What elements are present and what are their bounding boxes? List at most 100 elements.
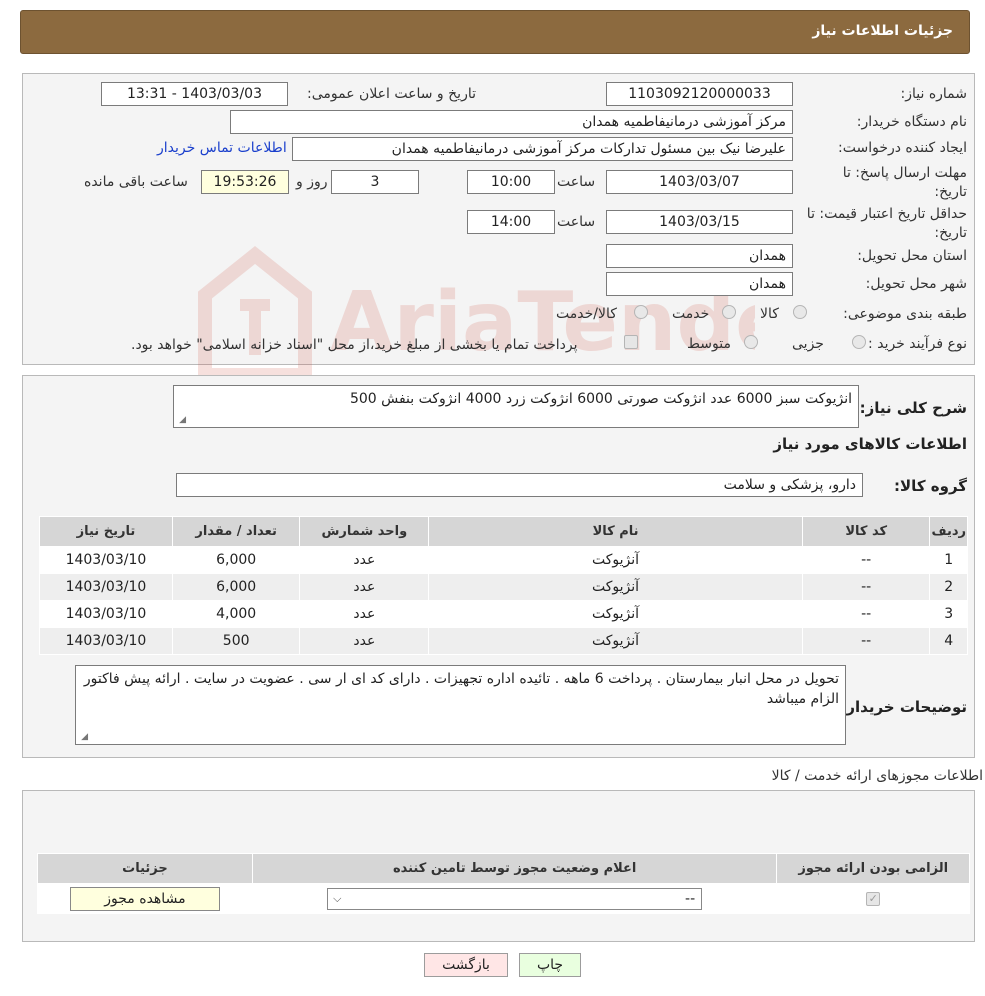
validity-label: حداقل تاریخ اعتبار قیمت: تا تاریخ:: [806, 206, 967, 241]
col-unit-header: واحد شمارش: [299, 516, 430, 547]
resize-grip-icon[interactable]: ◢: [176, 415, 186, 425]
buyer-notes-label: توضیحات خریدار:: [840, 698, 967, 716]
cell-unit: عدد: [299, 573, 430, 601]
deadline-time-field: 10:00: [467, 170, 555, 194]
cell-code: --: [801, 600, 931, 628]
cell-name: آنژیوکت: [428, 546, 803, 574]
cell-qty: 6,000: [171, 573, 301, 601]
treasury-note: پرداخت تمام یا بخشی از مبلغ خرید،از محل …: [131, 337, 578, 353]
goods-table-header-row: ردیف کد کالا نام کالا واحد شمارش تعداد /…: [39, 516, 968, 547]
cell-row: 2: [929, 573, 968, 601]
cell-qty: 6,000: [171, 546, 301, 574]
days-remaining-field: 3: [331, 170, 419, 194]
buyer-notes-textarea[interactable]: تحویل در محل انبار بیمارستان . پرداخت 6 …: [75, 665, 846, 745]
col-code-header: کد کالا: [801, 516, 931, 547]
cell-name: آنژیوکت: [428, 573, 803, 601]
category-goods-service-label: کالا/خدمت: [556, 306, 617, 322]
table-row: 3 -- آنژیوکت عدد 4,000 1403/03/10: [39, 600, 968, 628]
category-service-radio[interactable]: [722, 305, 736, 319]
process-minor-radio[interactable]: [852, 335, 866, 349]
cell-row: 4: [929, 627, 968, 655]
process-medium-label: متوسط: [687, 336, 731, 352]
permits-header-row: الزامی بودن ارائه مجوز اعلام وضعیت مجوز …: [37, 853, 970, 884]
goods-group-label: گروه کالا:: [894, 477, 967, 495]
buyer-contact-link[interactable]: اطلاعات تماس خریدار: [157, 140, 287, 156]
need-number-field: 1103092120000033: [606, 82, 793, 106]
announce-label: تاریخ و ساعت اعلان عمومی:: [307, 86, 476, 102]
back-button[interactable]: بازگشت: [424, 953, 508, 977]
col-row-header: ردیف: [929, 516, 968, 547]
col-qty-header: تعداد / مقدار: [171, 516, 301, 547]
validity-date-field: 1403/03/15: [606, 210, 793, 234]
table-row: 2 -- آنژیوکت عدد 6,000 1403/03/10: [39, 573, 968, 601]
goods-group-field: دارو، پزشکی و سلامت: [176, 473, 863, 497]
deadline-label: مهلت ارسال پاسخ: تا تاریخ:: [842, 165, 967, 200]
cell-code: --: [801, 573, 931, 601]
treasury-checkbox[interactable]: [624, 335, 638, 349]
category-goods-service-radio[interactable]: [634, 305, 648, 319]
chevron-down-icon: ⌵: [333, 891, 342, 905]
page-header: جزئیات اطلاعات نیاز: [20, 10, 970, 54]
category-goods-radio[interactable]: [793, 305, 807, 319]
process-minor-label: جزیی: [792, 336, 824, 352]
category-goods-label: کالا: [760, 306, 779, 322]
remaining-label: ساعت باقی مانده: [84, 174, 188, 190]
announce-datetime-field: 1403/03/03 - 13:31: [101, 82, 288, 106]
permit-status-value: --: [685, 890, 696, 907]
province-field: همدان: [606, 244, 793, 268]
col-permit-details-header: جزئیات: [37, 853, 253, 884]
cell-qty: 4,000: [171, 600, 301, 628]
cell-unit: عدد: [299, 546, 430, 574]
need-number-label: شماره نیاز:: [900, 86, 968, 102]
col-name-header: نام کالا: [428, 516, 803, 547]
process-label: نوع فرآیند خرید :: [868, 336, 967, 352]
page-title: جزئیات اطلاعات نیاز: [812, 23, 953, 39]
permits-section-title: اطلاعات مجوزهای ارائه خدمت / کالا: [771, 768, 983, 784]
resize-grip-icon[interactable]: ◢: [78, 732, 88, 742]
permit-required-checkbox[interactable]: ✓: [866, 891, 881, 906]
permit-row: ✓ -- ⌵ مشاهده مجوز: [37, 883, 970, 914]
col-date-header: تاریخ نیاز: [39, 516, 173, 547]
cell-unit: عدد: [299, 627, 430, 655]
buyer-org-field: مرکز آموزشی درمانیفاطمیه همدان: [230, 110, 793, 134]
print-button[interactable]: چاپ: [519, 953, 581, 977]
cell-code: --: [801, 546, 931, 574]
requester-label: ایجاد کننده درخواست:: [838, 140, 967, 156]
city-label: شهر محل تحویل:: [865, 276, 967, 292]
cell-date: 1403/03/10: [39, 546, 173, 574]
permit-required-cell: ✓: [776, 883, 970, 914]
permit-details-cell: مشاهده مجوز: [37, 883, 253, 914]
cell-date: 1403/03/10: [39, 573, 173, 601]
deadline-date-field: 1403/03/07: [606, 170, 793, 194]
deadline-time-label: ساعت: [557, 174, 596, 190]
validity-time-label: ساعت: [557, 214, 596, 230]
description-label: شرح کلی نیاز:: [859, 399, 967, 417]
permit-status-cell: -- ⌵: [251, 883, 778, 914]
description-text: انژیوکت سبز 6000 عدد انژوکت صورتی 6000 ا…: [349, 391, 852, 407]
province-label: استان محل تحویل:: [857, 248, 967, 264]
cell-name: آنژیوکت: [428, 627, 803, 655]
cell-date: 1403/03/10: [39, 627, 173, 655]
category-service-label: خدمت: [672, 306, 710, 322]
category-label: طبقه بندی موضوعی:: [843, 306, 967, 322]
cell-code: --: [801, 627, 931, 655]
days-label: روز و: [296, 174, 328, 190]
cell-name: آنژیوکت: [428, 600, 803, 628]
buyer-notes-text: تحویل در محل انبار بیمارستان . پرداخت 6 …: [83, 671, 839, 707]
process-medium-radio[interactable]: [744, 335, 758, 349]
description-textarea[interactable]: انژیوکت سبز 6000 عدد انژوکت صورتی 6000 ا…: [173, 385, 859, 428]
table-row: 1 -- آنژیوکت عدد 6,000 1403/03/10: [39, 546, 968, 574]
goods-section-title: اطلاعات کالاهای مورد نیاز: [773, 435, 967, 453]
cell-date: 1403/03/10: [39, 600, 173, 628]
permit-status-select[interactable]: -- ⌵: [327, 887, 703, 910]
buyer-org-label: نام دستگاه خریدار:: [856, 114, 967, 130]
cell-row: 3: [929, 600, 968, 628]
cell-row: 1: [929, 546, 968, 574]
view-permit-button[interactable]: مشاهده مجوز: [69, 886, 220, 911]
validity-time-field: 14:00: [467, 210, 555, 234]
cell-unit: عدد: [299, 600, 430, 628]
goods-table: ردیف کد کالا نام کالا واحد شمارش تعداد /…: [39, 516, 968, 655]
city-field: همدان: [606, 272, 793, 296]
col-permit-status-header: اعلام وضعیت مجوز توسط تامین کننده: [251, 853, 778, 884]
table-row: 4 -- آنژیوکت عدد 500 1403/03/10: [39, 627, 968, 655]
